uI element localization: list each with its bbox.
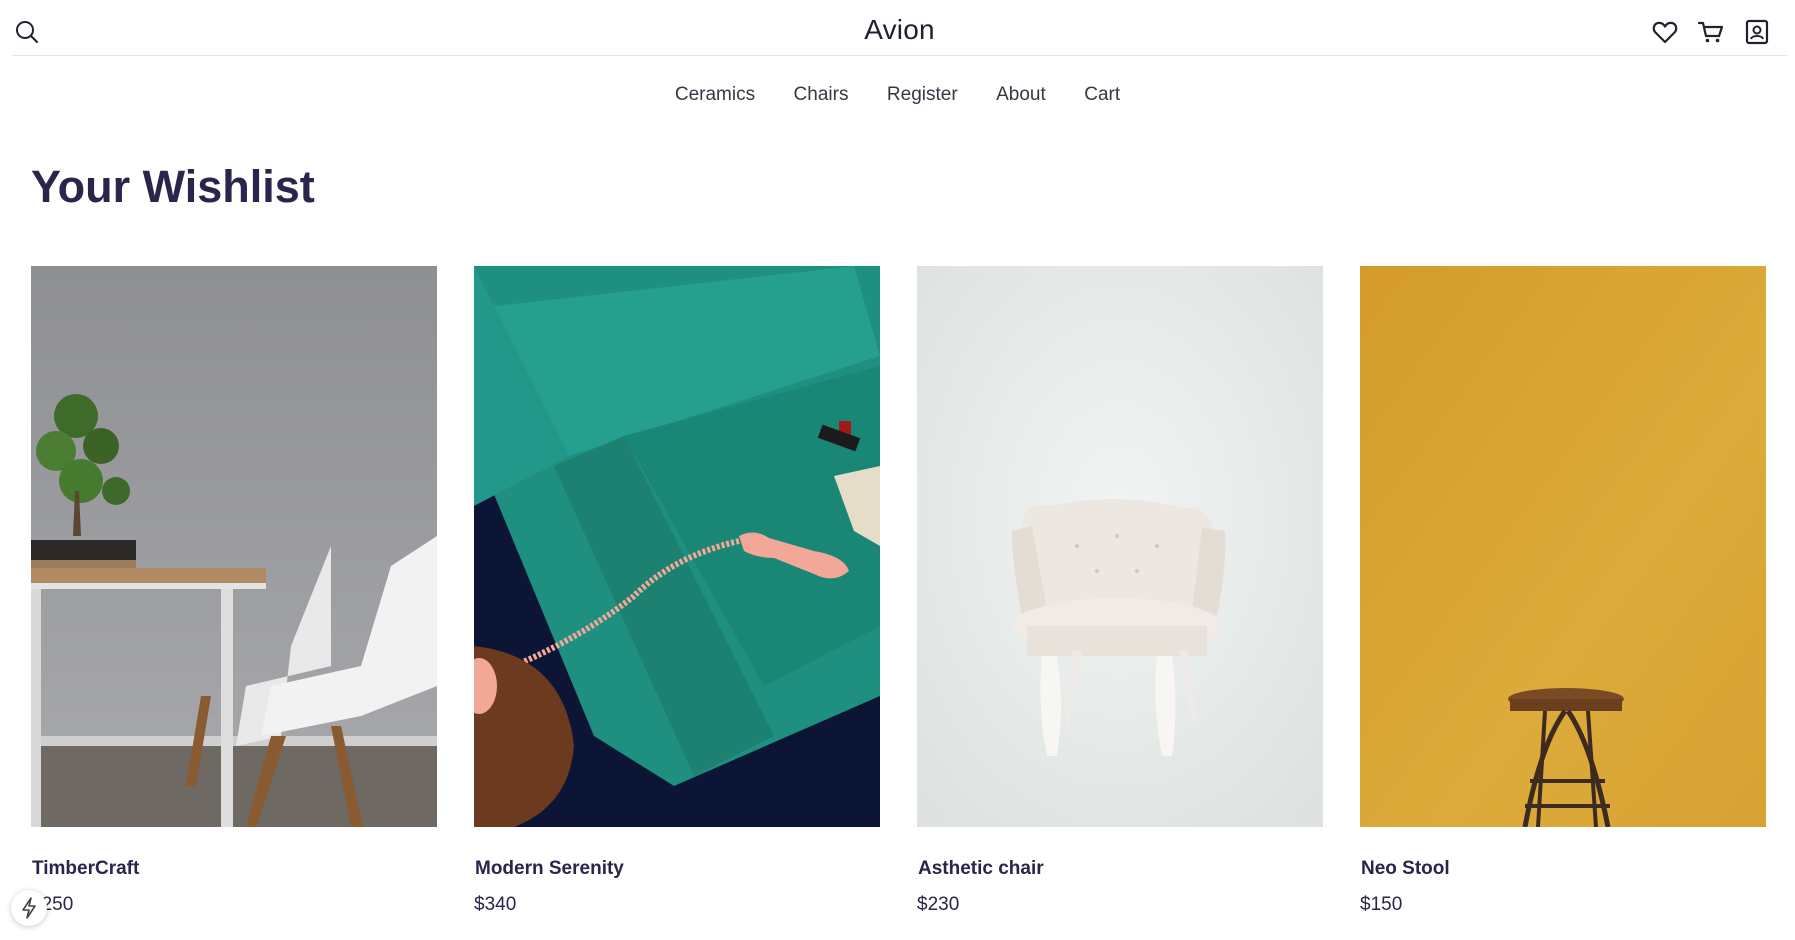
- product-price: $150: [1360, 894, 1403, 915]
- product-image-teal-sofa[interactable]: [474, 266, 880, 827]
- nav-item-about[interactable]: About: [996, 84, 1046, 106]
- product-card[interactable]: Neo Stool $150: [1360, 266, 1766, 926]
- page-title: Your Wishlist: [31, 161, 315, 212]
- header-actions: [1647, 18, 1787, 48]
- wishlist-grid: TimberCraft $250 Modern Serenity $340 As…: [31, 266, 1766, 926]
- site-logo[interactable]: Avion: [12, 14, 1787, 46]
- user-icon[interactable]: [1743, 18, 1771, 46]
- bolt-icon: [22, 897, 36, 919]
- nav-item-chairs[interactable]: Chairs: [794, 84, 849, 106]
- floating-action-button[interactable]: [11, 890, 47, 926]
- product-name[interactable]: Neo Stool: [1361, 858, 1450, 880]
- product-card[interactable]: TimberCraft $250: [31, 266, 437, 926]
- product-name[interactable]: Modern Serenity: [475, 858, 624, 880]
- product-name[interactable]: Asthetic chair: [918, 858, 1044, 880]
- product-card[interactable]: Asthetic chair $230: [917, 266, 1323, 926]
- cart-icon[interactable]: [1697, 18, 1725, 46]
- product-image-dining-table[interactable]: [31, 266, 437, 827]
- header: Avion: [12, 0, 1787, 56]
- product-image-white-chair[interactable]: [917, 266, 1323, 827]
- product-image-neo-stool[interactable]: [1360, 266, 1766, 827]
- nav-item-ceramics[interactable]: Ceramics: [675, 84, 755, 106]
- main-nav: Ceramics Chairs Register About Cart: [0, 84, 1795, 106]
- heart-icon[interactable]: [1651, 18, 1679, 46]
- nav-item-register[interactable]: Register: [887, 84, 958, 106]
- product-price: $340: [474, 894, 517, 915]
- product-price: $230: [917, 894, 960, 915]
- nav-item-cart[interactable]: Cart: [1084, 84, 1120, 106]
- product-name[interactable]: TimberCraft: [32, 858, 139, 880]
- product-card[interactable]: Modern Serenity $340: [474, 266, 880, 926]
